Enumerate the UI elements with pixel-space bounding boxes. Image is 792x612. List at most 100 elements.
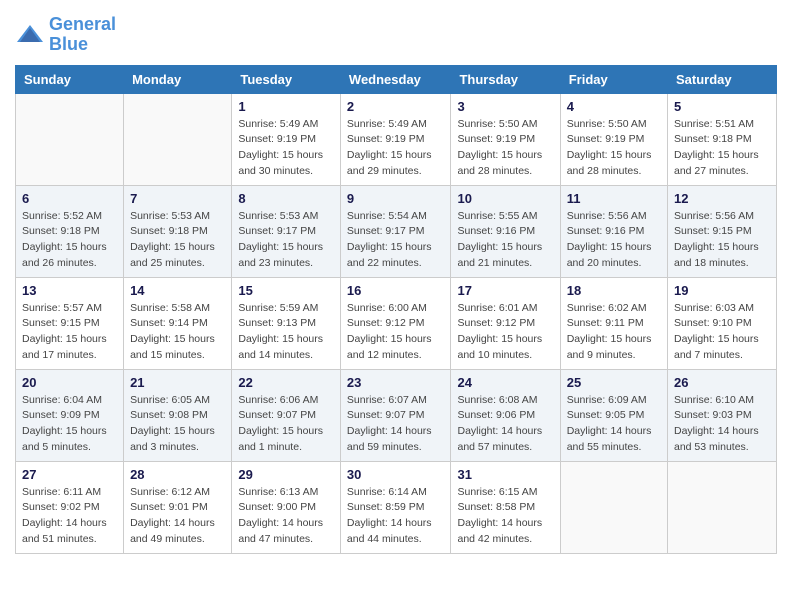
weekday-header-tuesday: Tuesday [232, 65, 341, 93]
day-info: Sunrise: 5:51 AM Sunset: 9:18 PM Dayligh… [674, 117, 770, 180]
day-number: 20 [22, 375, 117, 390]
calendar-cell: 25 Sunrise: 6:09 AM Sunset: 9:05 PM Dayli… [560, 369, 667, 461]
calendar-week-5: 27 Sunrise: 6:11 AM Sunset: 9:02 PM Dayli… [16, 461, 777, 553]
day-number: 14 [130, 283, 225, 298]
weekday-header-row: SundayMondayTuesdayWednesdayThursdayFrid… [16, 65, 777, 93]
day-number: 29 [238, 467, 334, 482]
calendar-cell: 28 Sunrise: 6:12 AM Sunset: 9:01 PM Dayli… [124, 461, 232, 553]
day-number: 30 [347, 467, 445, 482]
calendar-cell: 7 Sunrise: 5:53 AM Sunset: 9:18 PM Daylig… [124, 185, 232, 277]
day-number: 2 [347, 99, 445, 114]
calendar-cell: 19Sunrise: 6:03 AM Sunset: 9:10 PM Dayli… [668, 277, 777, 369]
day-info: Sunrise: 6:11 AM Sunset: 9:02 PM Dayligh… [22, 485, 117, 548]
day-number: 10 [457, 191, 553, 206]
day-number: 31 [457, 467, 553, 482]
calendar-cell: 14 Sunrise: 5:58 AM Sunset: 9:14 PM Dayli… [124, 277, 232, 369]
day-number: 8 [238, 191, 334, 206]
calendar-cell: 5 Sunrise: 5:51 AM Sunset: 9:18 PM Daylig… [668, 93, 777, 185]
day-number: 22 [238, 375, 334, 390]
calendar-table: SundayMondayTuesdayWednesdayThursdayFrid… [15, 65, 777, 554]
day-number: 15 [238, 283, 334, 298]
calendar-cell: 20Sunrise: 6:04 AM Sunset: 9:09 PM Dayli… [16, 369, 124, 461]
day-info: Sunrise: 6:02 AM Sunset: 9:11 PM Dayligh… [567, 301, 661, 364]
day-info: Sunrise: 6:00 AM Sunset: 9:12 PM Dayligh… [347, 301, 445, 364]
day-info: Sunrise: 5:53 AM Sunset: 9:18 PM Dayligh… [130, 209, 225, 272]
calendar-week-2: 6 Sunrise: 5:52 AM Sunset: 9:18 PM Daylig… [16, 185, 777, 277]
calendar-cell: 31 Sunrise: 6:15 AM Sunset: 8:58 PM Dayli… [451, 461, 560, 553]
day-info: Sunrise: 5:53 AM Sunset: 9:17 PM Dayligh… [238, 209, 334, 272]
logo-text: General Blue [49, 15, 116, 55]
day-info: Sunrise: 5:57 AM Sunset: 9:15 PM Dayligh… [22, 301, 117, 364]
calendar-cell: 1 Sunrise: 5:49 AM Sunset: 9:19 PM Daylig… [232, 93, 341, 185]
day-info: Sunrise: 6:15 AM Sunset: 8:58 PM Dayligh… [457, 485, 553, 548]
calendar-cell: 2 Sunrise: 5:49 AM Sunset: 9:19 PM Daylig… [340, 93, 451, 185]
day-info: Sunrise: 5:50 AM Sunset: 9:19 PM Dayligh… [457, 117, 553, 180]
day-info: Sunrise: 5:49 AM Sunset: 9:19 PM Dayligh… [238, 117, 334, 180]
calendar-cell: 8 Sunrise: 5:53 AM Sunset: 9:17 PM Daylig… [232, 185, 341, 277]
weekday-header-saturday: Saturday [668, 65, 777, 93]
day-info: Sunrise: 5:56 AM Sunset: 9:15 PM Dayligh… [674, 209, 770, 272]
calendar-cell: 23Sunrise: 6:07 AM Sunset: 9:07 PM Dayli… [340, 369, 451, 461]
day-info: Sunrise: 6:01 AM Sunset: 9:12 PM Dayligh… [457, 301, 553, 364]
calendar-cell: 22 Sunrise: 6:06 AM Sunset: 9:07 PM Dayli… [232, 369, 341, 461]
day-info: Sunrise: 5:54 AM Sunset: 9:17 PM Dayligh… [347, 209, 445, 272]
day-number: 6 [22, 191, 117, 206]
calendar-cell [668, 461, 777, 553]
day-info: Sunrise: 6:03 AM Sunset: 9:10 PM Dayligh… [674, 301, 770, 364]
calendar-cell [560, 461, 667, 553]
day-number: 1 [238, 99, 334, 114]
day-info: Sunrise: 6:09 AM Sunset: 9:05 PM Dayligh… [567, 393, 661, 456]
weekday-header-monday: Monday [124, 65, 232, 93]
day-number: 11 [567, 191, 661, 206]
calendar-cell: 10 Sunrise: 5:55 AM Sunset: 9:16 PM Dayli… [451, 185, 560, 277]
page-header: General Blue [15, 15, 777, 55]
calendar-cell: 21Sunrise: 6:05 AM Sunset: 9:08 PM Dayli… [124, 369, 232, 461]
day-info: Sunrise: 6:08 AM Sunset: 9:06 PM Dayligh… [457, 393, 553, 456]
calendar-week-3: 13 Sunrise: 5:57 AM Sunset: 9:15 PM Dayli… [16, 277, 777, 369]
calendar-cell: 17 Sunrise: 6:01 AM Sunset: 9:12 PM Dayli… [451, 277, 560, 369]
calendar-cell: 15 Sunrise: 5:59 AM Sunset: 9:13 PM Dayli… [232, 277, 341, 369]
day-info: Sunrise: 5:58 AM Sunset: 9:14 PM Dayligh… [130, 301, 225, 364]
day-number: 21 [130, 375, 225, 390]
day-number: 7 [130, 191, 225, 206]
day-number: 26 [674, 375, 770, 390]
calendar-cell: 27 Sunrise: 6:11 AM Sunset: 9:02 PM Dayli… [16, 461, 124, 553]
calendar-cell [16, 93, 124, 185]
calendar-cell: 26Sunrise: 6:10 AM Sunset: 9:03 PM Dayli… [668, 369, 777, 461]
day-number: 12 [674, 191, 770, 206]
weekday-header-thursday: Thursday [451, 65, 560, 93]
weekday-header-wednesday: Wednesday [340, 65, 451, 93]
day-info: Sunrise: 5:55 AM Sunset: 9:16 PM Dayligh… [457, 209, 553, 272]
calendar-cell: 18 Sunrise: 6:02 AM Sunset: 9:11 PM Dayli… [560, 277, 667, 369]
day-number: 9 [347, 191, 445, 206]
calendar-cell: 6 Sunrise: 5:52 AM Sunset: 9:18 PM Daylig… [16, 185, 124, 277]
day-info: Sunrise: 6:07 AM Sunset: 9:07 PM Dayligh… [347, 393, 445, 456]
calendar-cell: 4 Sunrise: 5:50 AM Sunset: 9:19 PM Daylig… [560, 93, 667, 185]
day-info: Sunrise: 5:49 AM Sunset: 9:19 PM Dayligh… [347, 117, 445, 180]
calendar-cell: 12 Sunrise: 5:56 AM Sunset: 9:15 PM Dayli… [668, 185, 777, 277]
day-info: Sunrise: 5:50 AM Sunset: 9:19 PM Dayligh… [567, 117, 661, 180]
day-info: Sunrise: 5:59 AM Sunset: 9:13 PM Dayligh… [238, 301, 334, 364]
day-info: Sunrise: 6:14 AM Sunset: 8:59 PM Dayligh… [347, 485, 445, 548]
calendar-week-4: 20Sunrise: 6:04 AM Sunset: 9:09 PM Dayli… [16, 369, 777, 461]
calendar-week-1: 1 Sunrise: 5:49 AM Sunset: 9:19 PM Daylig… [16, 93, 777, 185]
day-info: Sunrise: 6:13 AM Sunset: 9:00 PM Dayligh… [238, 485, 334, 548]
day-info: Sunrise: 5:52 AM Sunset: 9:18 PM Dayligh… [22, 209, 117, 272]
day-number: 16 [347, 283, 445, 298]
calendar-cell: 3Sunrise: 5:50 AM Sunset: 9:19 PM Daylig… [451, 93, 560, 185]
day-number: 4 [567, 99, 661, 114]
logo-icon [15, 20, 45, 50]
calendar-cell: 30 Sunrise: 6:14 AM Sunset: 8:59 PM Dayli… [340, 461, 451, 553]
day-info: Sunrise: 6:06 AM Sunset: 9:07 PM Dayligh… [238, 393, 334, 456]
calendar-cell: 11Sunrise: 5:56 AM Sunset: 9:16 PM Dayli… [560, 185, 667, 277]
day-number: 17 [457, 283, 553, 298]
day-number: 25 [567, 375, 661, 390]
day-number: 27 [22, 467, 117, 482]
calendar-cell: 9 Sunrise: 5:54 AM Sunset: 9:17 PM Daylig… [340, 185, 451, 277]
day-number: 5 [674, 99, 770, 114]
day-number: 18 [567, 283, 661, 298]
day-number: 13 [22, 283, 117, 298]
calendar-cell: 24Sunrise: 6:08 AM Sunset: 9:06 PM Dayli… [451, 369, 560, 461]
day-info: Sunrise: 6:12 AM Sunset: 9:01 PM Dayligh… [130, 485, 225, 548]
day-number: 28 [130, 467, 225, 482]
